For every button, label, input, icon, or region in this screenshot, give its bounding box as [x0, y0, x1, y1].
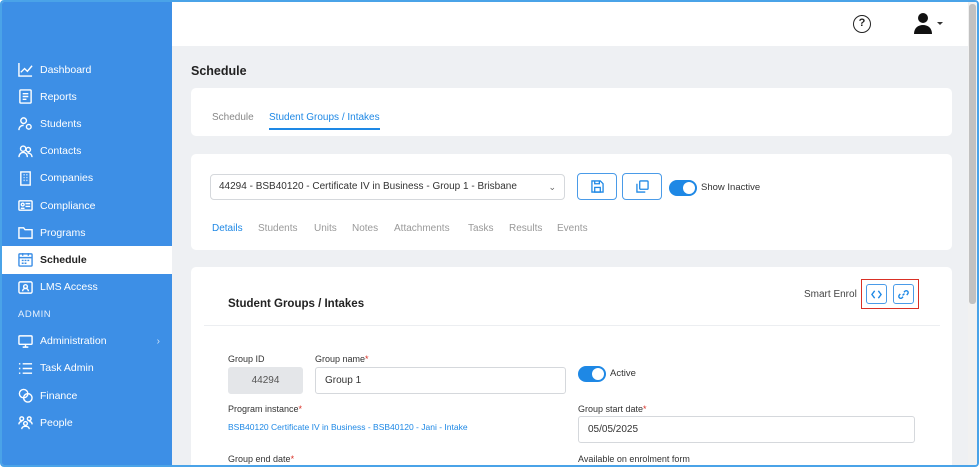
sidebar-item-label: Programs: [40, 226, 86, 239]
group-name-label: Group name*: [315, 354, 369, 364]
tabs-card: Schedule Student Groups / Intakes: [191, 88, 952, 136]
sidebar-nav: Dashboard Reports Students Contacts Comp…: [2, 56, 172, 436]
sidebar-item-label: Dashboard: [40, 63, 92, 76]
sidebar-item-label: Contacts: [40, 145, 82, 158]
sidebar-item-label: People: [40, 416, 73, 429]
sidebar-item-label: LMS Access: [40, 281, 98, 294]
group-end-date-label: Group end date*: [228, 454, 295, 464]
coins-icon: [18, 388, 33, 403]
sidebar-item-compliance[interactable]: Compliance: [2, 192, 172, 219]
active-tab-underline: [269, 128, 380, 130]
form-panel: Group ID 44294 Group name* Group 1 Activ…: [204, 325, 940, 465]
sidebar-item-administration[interactable]: Administration ›: [2, 328, 172, 355]
enrolment-form-label: Available on enrolment form: [578, 454, 690, 464]
page-title: Schedule: [191, 64, 247, 78]
students-icon: [18, 116, 33, 131]
subtab-results[interactable]: Results: [509, 223, 542, 234]
scrollbar[interactable]: [968, 2, 977, 465]
scrollbar-thumb[interactable]: [969, 4, 976, 304]
embed-code-button[interactable]: [866, 284, 887, 304]
subtab-details[interactable]: Details: [212, 223, 243, 234]
building-icon: [18, 171, 33, 186]
subtab-attachments[interactable]: Attachments: [394, 223, 450, 234]
sidebar-item-contacts[interactable]: Contacts: [2, 138, 172, 165]
save-icon: [590, 180, 604, 193]
group-id-label: Group ID: [228, 354, 265, 364]
subtab-units[interactable]: Units: [314, 223, 337, 234]
sidebar-item-label: Schedule: [40, 253, 87, 266]
group-start-date-field[interactable]: 05/05/2025: [578, 416, 915, 443]
sidebar: Dashboard Reports Students Contacts Comp…: [2, 2, 172, 465]
group-select-value: 44294 - BSB40120 - Certificate IV in Bus…: [219, 181, 517, 192]
active-label: Active: [610, 368, 636, 379]
tab-student-groups-intakes[interactable]: Student Groups / Intakes: [269, 112, 380, 123]
folder-icon: [18, 225, 33, 240]
program-instance-label: Program instance*: [228, 404, 303, 414]
sidebar-item-programs[interactable]: Programs: [2, 219, 172, 246]
program-instance-link[interactable]: BSB40120 Certificate IV in Business - BS…: [228, 422, 468, 432]
show-inactive-label: Show Inactive: [701, 182, 761, 193]
copy-button[interactable]: [622, 173, 662, 200]
reports-icon: [18, 89, 33, 105]
sidebar-item-finance[interactable]: Finance: [2, 382, 172, 409]
chevron-right-icon: ›: [156, 335, 160, 347]
subtab-notes[interactable]: Notes: [352, 223, 378, 234]
sidebar-item-label: Companies: [40, 172, 94, 185]
group-id-field: 44294: [228, 367, 303, 394]
user-avatar-icon[interactable]: [913, 12, 943, 36]
tab-schedule[interactable]: Schedule: [212, 112, 254, 123]
subtab-students[interactable]: Students: [258, 223, 297, 234]
monitor-icon: [18, 334, 33, 349]
sidebar-item-label: Reports: [40, 90, 77, 103]
group-selector-card: 44294 - BSB40120 - Certificate IV in Bus…: [191, 154, 952, 250]
details-card: Student Groups / Intakes Smart Enrol Gro…: [191, 267, 952, 465]
sidebar-section-admin: ADMIN: [18, 308, 52, 320]
top-bar: ?: [172, 2, 977, 46]
sidebar-item-label: Compliance: [40, 199, 96, 212]
id-card-icon: [18, 198, 33, 213]
group-start-date-label: Group start date*: [578, 404, 647, 414]
subtab-events[interactable]: Events: [557, 223, 588, 234]
save-button[interactable]: [577, 173, 617, 200]
section-title: Student Groups / Intakes: [228, 298, 365, 310]
app-window: Dashboard Reports Students Contacts Comp…: [0, 0, 979, 467]
contacts-icon: [18, 144, 33, 159]
copy-icon: [635, 180, 649, 193]
smart-enrol-label: Smart Enrol: [804, 289, 857, 300]
sidebar-item-dashboard[interactable]: Dashboard: [2, 56, 172, 83]
link-icon: [898, 289, 909, 299]
sidebar-item-lms-access[interactable]: LMS Access: [2, 274, 172, 301]
code-icon: [871, 289, 882, 299]
group-select[interactable]: 44294 - BSB40120 - Certificate IV in Bus…: [210, 174, 565, 200]
help-icon[interactable]: ?: [853, 15, 871, 33]
active-toggle[interactable]: [578, 366, 606, 382]
sidebar-item-label: Finance: [40, 389, 78, 402]
sidebar-item-companies[interactable]: Companies: [2, 165, 172, 192]
people-icon: [18, 415, 33, 430]
sidebar-item-label: Students: [40, 117, 82, 130]
chevron-down-icon: ⌄: [548, 182, 556, 192]
list-icon: [18, 361, 33, 376]
calendar-icon: [18, 252, 33, 268]
sidebar-item-task-admin[interactable]: Task Admin: [2, 355, 172, 382]
chart-line-icon: [18, 62, 33, 77]
sidebar-item-reports[interactable]: Reports: [2, 83, 172, 110]
subtab-tasks[interactable]: Tasks: [468, 223, 494, 234]
group-name-field[interactable]: Group 1: [315, 367, 566, 394]
lms-icon: [18, 280, 33, 295]
copy-link-button[interactable]: [893, 284, 914, 304]
sidebar-item-students[interactable]: Students: [2, 110, 172, 137]
sidebar-item-label: Administration: [40, 335, 107, 348]
show-inactive-toggle[interactable]: [669, 180, 697, 196]
sidebar-item-label: Task Admin: [40, 362, 94, 375]
sidebar-item-people[interactable]: People: [2, 409, 172, 436]
sidebar-item-schedule[interactable]: Schedule: [2, 246, 172, 274]
